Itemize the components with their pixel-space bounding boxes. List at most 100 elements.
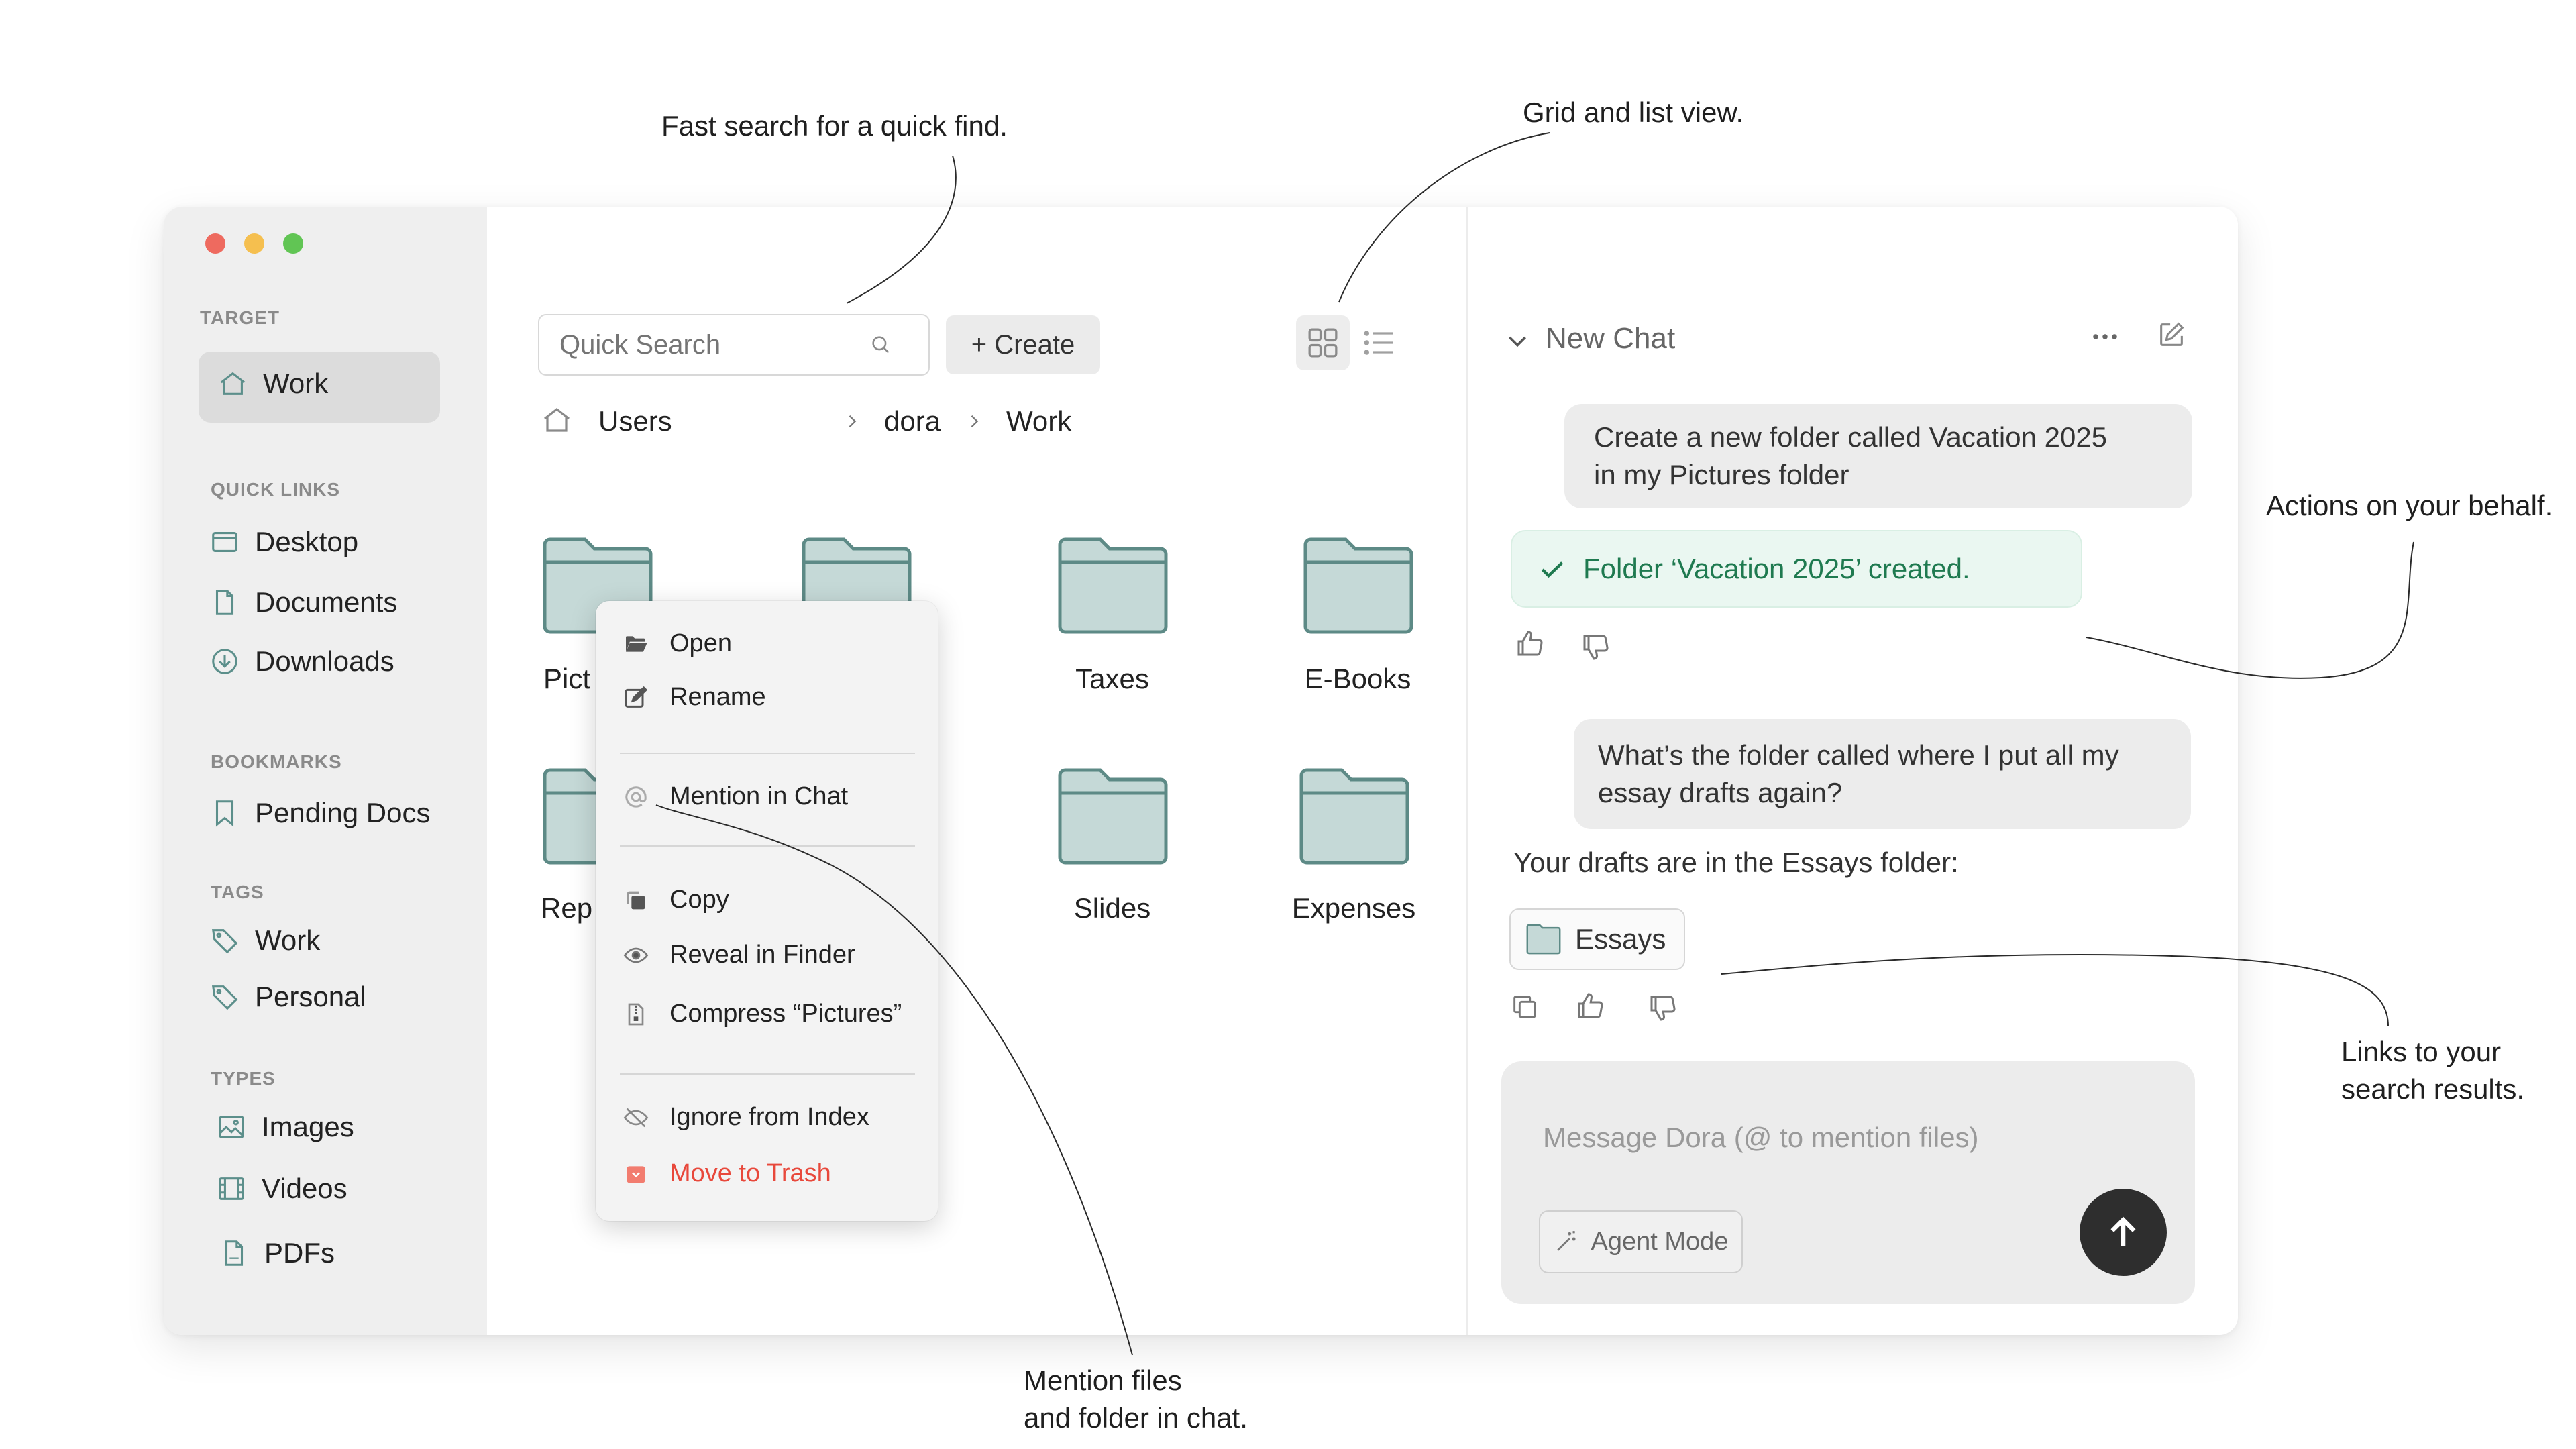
agent-mode-label: Agent Mode	[1591, 1227, 1729, 1256]
sidebar-item-label: PDFs	[264, 1237, 335, 1269]
list-view-button[interactable]	[1352, 315, 1406, 370]
document-icon	[215, 590, 234, 615]
send-button[interactable]	[2080, 1189, 2167, 1276]
menu-item-compress[interactable]: Compress “Pictures”	[623, 1000, 902, 1028]
image-icon	[219, 1116, 244, 1138]
menu-item-label: Reveal in Finder	[669, 941, 855, 969]
sidebar-item-images[interactable]: Images	[216, 1111, 354, 1143]
eye-icon	[623, 947, 649, 963]
create-button[interactable]: + Create	[946, 315, 1100, 374]
tags-label: TAGS	[211, 881, 264, 902]
assistant-reply: Your drafts are in the Essays folder:	[1513, 847, 1959, 878]
sidebar-item-documents[interactable]: Documents	[209, 586, 397, 619]
minimize-window-button[interactable]	[244, 233, 264, 254]
sidebar-item-label: Work	[263, 368, 329, 399]
essays-folder-link[interactable]: Essays	[1509, 908, 1685, 970]
menu-item-open[interactable]: Open	[623, 629, 732, 658]
message-line: essay drafts again?	[1598, 777, 1843, 808]
thumbs-up-icon[interactable]	[1574, 990, 1606, 1022]
thumbs-down-icon[interactable]	[1646, 991, 1678, 1024]
folder-icon[interactable]	[1056, 535, 1170, 636]
search-input[interactable]	[558, 329, 869, 361]
menu-item-reveal[interactable]: Reveal in Finder	[623, 941, 855, 969]
sidebar-item-pdfs[interactable]: PDFs	[219, 1237, 335, 1269]
menu-item-copy[interactable]: Copy	[623, 885, 729, 914]
sidebar-item-target-work[interactable]: Work	[217, 368, 328, 400]
sidebar-item-pending-docs[interactable]: Pending Docs	[209, 797, 431, 829]
search-box[interactable]	[538, 314, 930, 376]
magic-wand-icon	[1556, 1231, 1575, 1251]
sidebar-item-label: Pending Docs	[255, 797, 431, 828]
chevron-right-icon	[849, 415, 857, 427]
sidebar-item-label: Personal	[255, 981, 366, 1012]
copy-icon	[627, 891, 645, 909]
sidebar-item-downloads[interactable]: Downloads	[209, 645, 394, 678]
copy-icon[interactable]	[1509, 991, 1540, 1022]
sidebar-item-label: Images	[262, 1111, 354, 1142]
archive-icon	[628, 1003, 644, 1025]
chat-title[interactable]: New Chat	[1546, 322, 1675, 356]
sidebar-item-desktop[interactable]: Desktop	[209, 526, 358, 558]
thumbs-up-icon[interactable]	[1513, 628, 1546, 660]
sidebar-item-label: Downloads	[255, 645, 394, 677]
arrow-up-icon	[2110, 1216, 2136, 1246]
success-text: Folder ‘Vacation 2025’ created.	[1583, 553, 1970, 584]
menu-separator	[620, 1073, 915, 1075]
menu-item-trash[interactable]: Move to Trash	[623, 1159, 831, 1188]
at-sign-icon	[625, 786, 647, 808]
annotation-actions: Actions on your behalf.	[2266, 490, 2553, 521]
user-message: What’s the folder called where I put all…	[1574, 719, 2191, 829]
tag-icon	[211, 985, 238, 1010]
folder-icon[interactable]	[1056, 766, 1170, 867]
folder-icon[interactable]	[1301, 535, 1415, 636]
zoom-window-button[interactable]	[283, 233, 303, 254]
bookmarks-label: BOOKMARKS	[211, 751, 342, 772]
new-chat-edit-icon[interactable]	[2156, 319, 2187, 350]
sidebar-item-label: Work	[255, 924, 321, 956]
close-window-button[interactable]	[205, 233, 225, 254]
sidebar-item-videos[interactable]: Videos	[216, 1173, 347, 1205]
thumbs-down-icon[interactable]	[1579, 631, 1611, 663]
sidebar: TARGET Work QUICK LINKS Desktop Document…	[164, 207, 487, 1335]
sidebar-item-label: Desktop	[255, 526, 359, 557]
quick-links-label: QUICK LINKS	[211, 479, 340, 500]
message-line: What’s the folder called where I put all…	[1598, 739, 2119, 771]
more-options-icon[interactable]	[2089, 323, 2121, 350]
message-input[interactable]: Message Dora (@ to mention files)	[1543, 1122, 1979, 1154]
message-line: in my Pictures folder	[1594, 459, 1849, 490]
sidebar-item-label: Videos	[262, 1173, 347, 1204]
annotation-links-1: Links to your	[2341, 1036, 2502, 1067]
menu-item-mention[interactable]: Mention in Chat	[623, 782, 848, 811]
download-icon	[212, 649, 237, 674]
sidebar-item-tag-personal[interactable]: Personal	[209, 981, 366, 1013]
chevron-right-icon	[971, 415, 979, 427]
menu-separator	[620, 753, 915, 754]
search-icon	[872, 336, 890, 354]
eye-off-icon	[623, 1108, 649, 1127]
user-message: Create a new folder called Vacation 2025…	[1564, 404, 2192, 508]
breadcrumb-item[interactable]: Users	[598, 405, 672, 437]
folder-label: Expenses	[1291, 892, 1416, 924]
breadcrumb-item[interactable]: Work	[1006, 405, 1071, 437]
annotation-mention-2: and folder in chat.	[1024, 1402, 1248, 1434]
folder-icon	[1526, 924, 1561, 955]
desktop-icon	[212, 532, 237, 552]
annotation-search: Fast search for a quick find.	[661, 110, 1008, 142]
bookmark-icon	[215, 800, 234, 827]
menu-item-rename[interactable]: Rename	[623, 683, 766, 712]
annotation-links-2: search results.	[2341, 1073, 2525, 1105]
home-icon[interactable]	[541, 404, 573, 436]
agent-mode-button[interactable]: Agent Mode	[1539, 1210, 1743, 1273]
home-icon	[220, 372, 246, 395]
breadcrumb-item[interactable]: dora	[884, 405, 941, 437]
folder-icon[interactable]	[1297, 766, 1411, 867]
grid-view-button[interactable]	[1296, 315, 1350, 370]
annotation-view: Grid and list view.	[1523, 97, 1744, 128]
chevron-down-icon[interactable]	[1504, 327, 1531, 354]
folder-label: E-Books	[1304, 663, 1411, 694]
menu-item-ignore[interactable]: Ignore from Index	[623, 1103, 869, 1132]
sidebar-item-tag-work[interactable]: Work	[209, 924, 320, 957]
menu-item-label: Mention in Chat	[669, 782, 849, 810]
film-icon	[219, 1177, 244, 1200]
grid-icon	[1308, 328, 1338, 358]
